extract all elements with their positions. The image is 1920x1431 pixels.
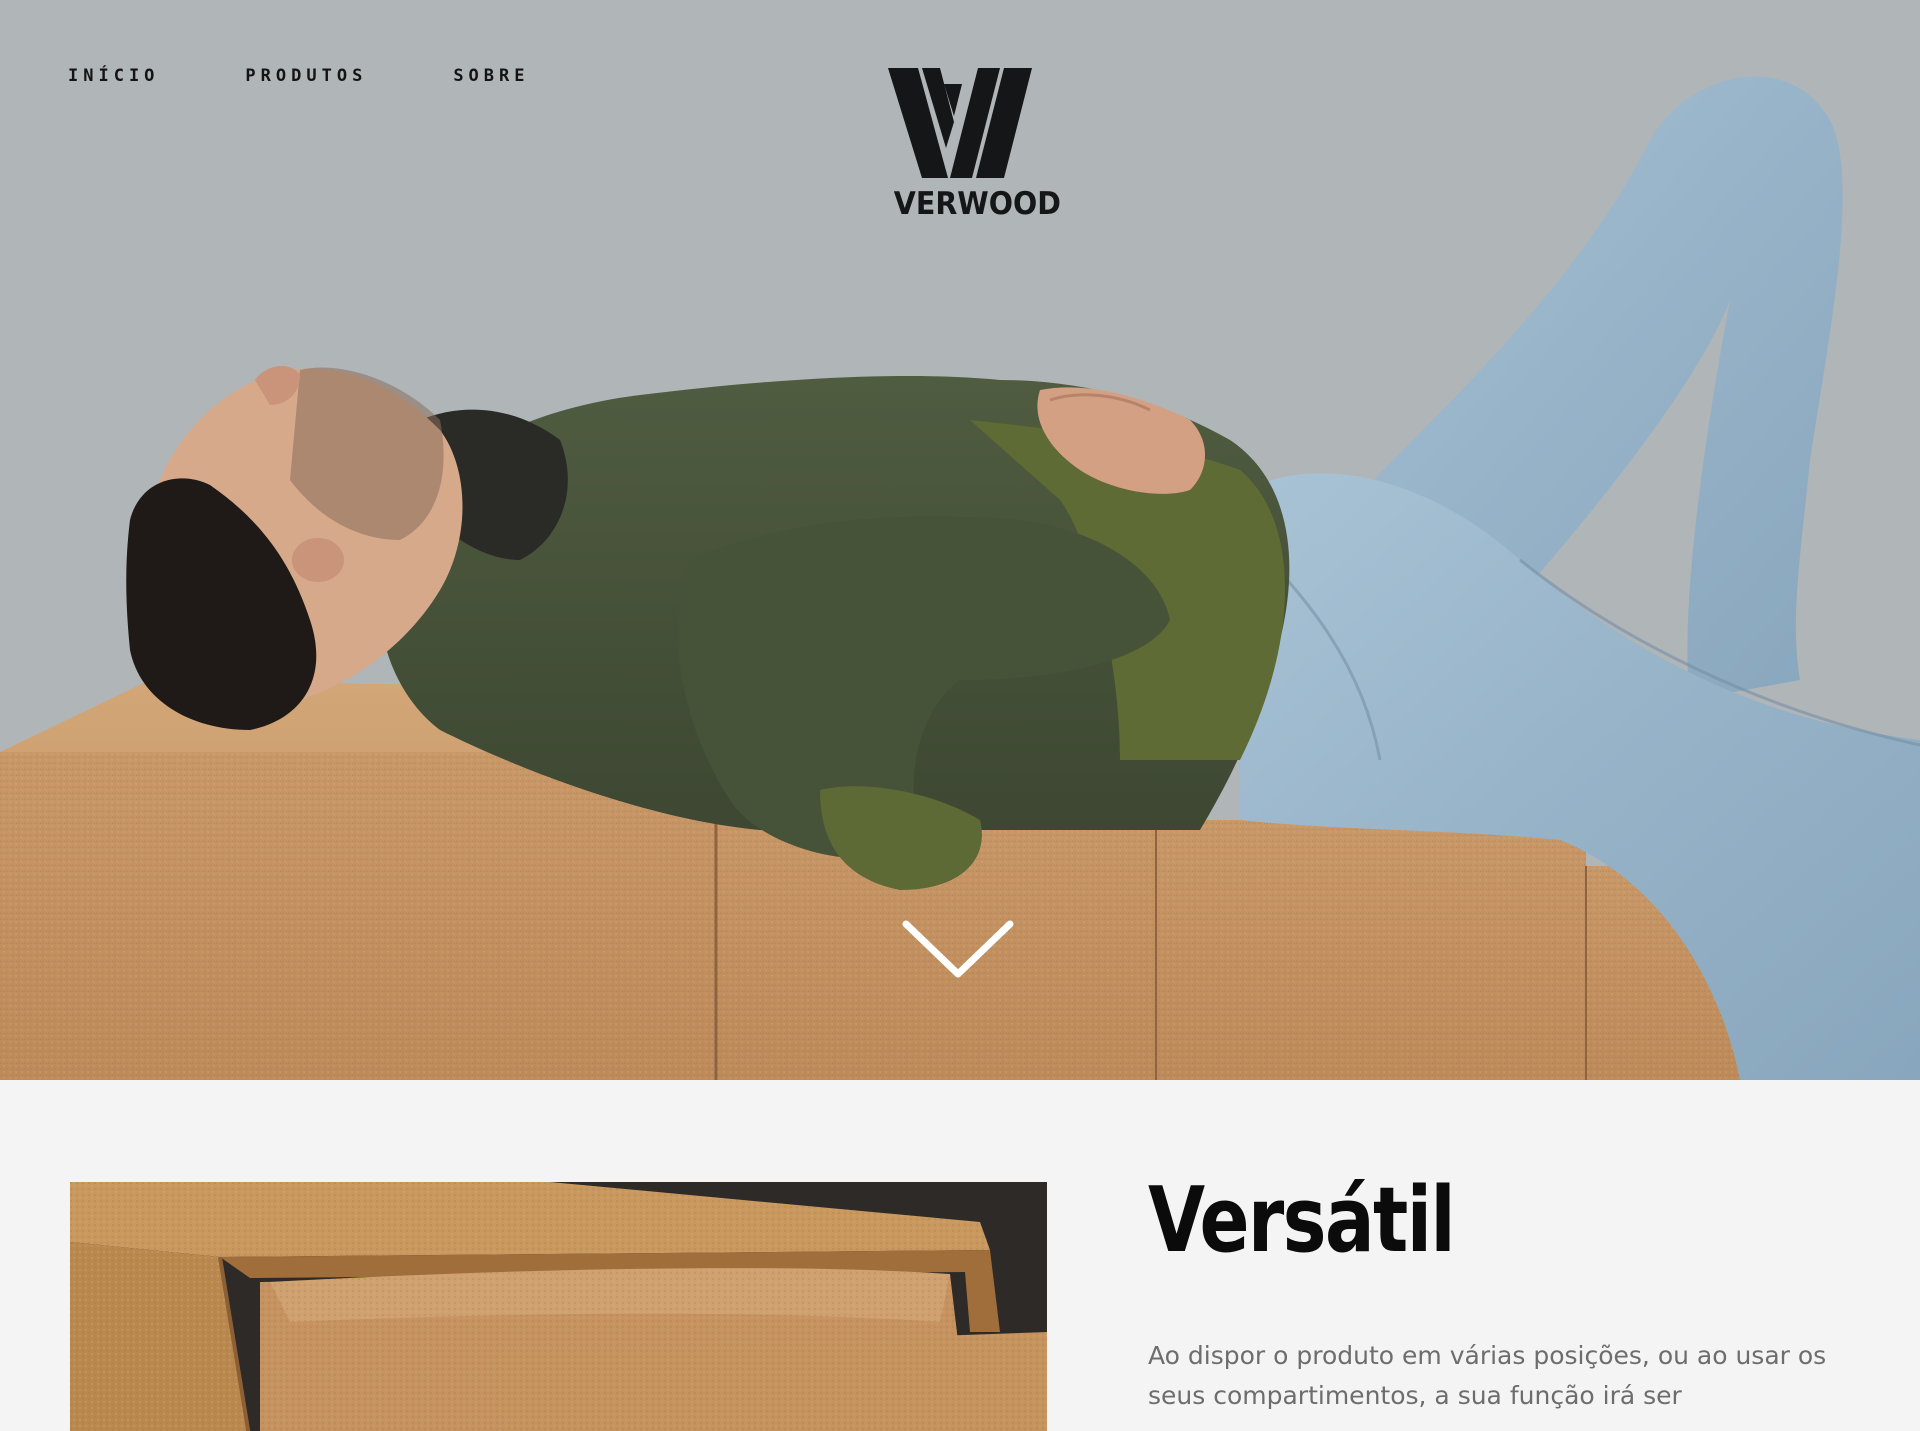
hero-section: INÍCIO PRODUTOS SOBRE VERWOOD	[0, 0, 1920, 1080]
feature-image	[70, 1182, 1047, 1431]
feature-section: Versátil Ao dispor o produto em várias p…	[0, 1080, 1920, 1431]
nav-link-inicio[interactable]: INÍCIO	[68, 66, 159, 86]
cork-drawer-photo	[70, 1182, 1047, 1431]
feature-description: Ao dispor o produto em várias posições, …	[1148, 1341, 1827, 1410]
nav-link-produtos[interactable]: PRODUTOS	[245, 66, 367, 86]
chevron-down-icon	[902, 920, 1014, 978]
main-nav: INÍCIO PRODUTOS SOBRE	[68, 66, 616, 86]
nav-link-sobre[interactable]: SOBRE	[453, 66, 529, 86]
feature-title: Versátil	[1148, 1168, 1456, 1273]
w-logo-icon	[888, 68, 1032, 178]
scroll-down-button[interactable]	[902, 918, 1014, 982]
brand-logo[interactable]: VERWOOD	[888, 68, 1061, 222]
brand-name: VERWOOD	[893, 186, 1061, 222]
